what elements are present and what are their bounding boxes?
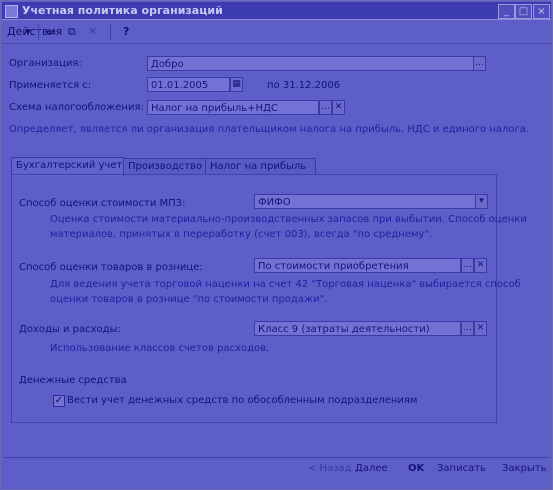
applied-label: Применяется с: xyxy=(9,80,92,91)
save-button[interactable]: Записать xyxy=(437,461,486,477)
income-clear-icon[interactable]: ✕ xyxy=(474,321,487,336)
arrow-left-icon[interactable]: ⇐ xyxy=(46,24,56,40)
cash-section-title: Денежные средства xyxy=(19,375,127,386)
income-label: Доходы и расходы: xyxy=(19,324,121,335)
tax-scheme-hint: Определяет, является ли организация плат… xyxy=(9,124,530,135)
date-from-field[interactable]: 01.01.2005 xyxy=(147,77,230,92)
maximize-icon[interactable]: □ xyxy=(515,4,532,19)
org-field[interactable]: Добро xyxy=(147,56,474,71)
window-title: Учетная политика организаций xyxy=(22,4,223,17)
chevron-down-icon[interactable]: ▾ xyxy=(475,194,488,209)
cash-checkbox-label[interactable]: Вести учет денежных средств по обособлен… xyxy=(67,395,417,406)
tab-income-tax[interactable]: Налог на прибыль xyxy=(205,158,316,175)
dialog-window: Учетная политика организаций _ □ × Дейст… xyxy=(0,0,553,490)
next-button[interactable]: Далее xyxy=(355,461,388,477)
back-button[interactable]: < Назад xyxy=(308,461,352,477)
mpz-hint-line-2: материалов, принятых в переработку (счет… xyxy=(50,229,433,240)
toolbar-separator xyxy=(110,24,111,40)
minimize-icon[interactable]: _ xyxy=(498,4,515,19)
income-hint: Использование классов счетов расходов. xyxy=(50,343,270,354)
chevron-down-icon[interactable]: ▾ xyxy=(25,24,31,40)
copy-icon[interactable]: ⧉ xyxy=(68,24,76,40)
delete-icon[interactable]: ✕ xyxy=(88,24,97,40)
income-field[interactable]: Класс 9 (затраты деятельности) xyxy=(254,321,461,336)
tab-production[interactable]: Производство xyxy=(123,158,206,175)
org-label: Организация: xyxy=(9,58,82,69)
retail-hint-line-1: Для ведения учета торговой наценки на сч… xyxy=(50,279,521,290)
mpz-label: Способ оценки стоимости МПЗ: xyxy=(19,198,186,209)
calendar-icon[interactable]: ▦ xyxy=(230,77,243,92)
retail-select-button[interactable]: … xyxy=(461,258,474,273)
tax-scheme-label: Схема налогообложения: xyxy=(9,102,144,113)
footer-separator xyxy=(4,457,549,458)
retail-label: Способ оценки товаров в рознице: xyxy=(19,262,203,273)
retail-field[interactable]: По стоимости приобретения xyxy=(254,258,461,273)
toolbar-separator xyxy=(38,24,39,40)
tax-scheme-select-button[interactable]: … xyxy=(319,100,332,115)
tax-scheme-clear-icon[interactable]: ✕ xyxy=(332,100,345,115)
retail-hint-line-2: оценки товаров в рознице "по стоимости п… xyxy=(50,294,328,305)
mpz-hint-line-1: Оценка стоимости материально-производств… xyxy=(50,214,527,225)
close-icon[interactable]: × xyxy=(533,4,550,19)
income-select-button[interactable]: … xyxy=(461,321,474,336)
mpz-select[interactable]: ФИФО xyxy=(254,194,476,209)
ok-button[interactable]: OK xyxy=(408,461,424,477)
toolbar: Действия ▾ ⇐ ⧉ ✕ ? xyxy=(2,21,551,44)
app-icon xyxy=(5,5,18,18)
date-to-label: по 31.12.2006 xyxy=(267,80,341,91)
title-bar[interactable]: Учетная политика организаций _ □ × xyxy=(2,2,551,20)
retail-clear-icon[interactable]: ✕ xyxy=(474,258,487,273)
help-icon[interactable]: ? xyxy=(123,24,129,40)
org-select-button[interactable]: … xyxy=(473,56,486,71)
close-button[interactable]: Закрыть xyxy=(502,461,547,477)
tax-scheme-field[interactable]: Налог на прибыль+НДС xyxy=(147,100,319,115)
cash-checkbox[interactable]: ✓ xyxy=(53,395,65,407)
